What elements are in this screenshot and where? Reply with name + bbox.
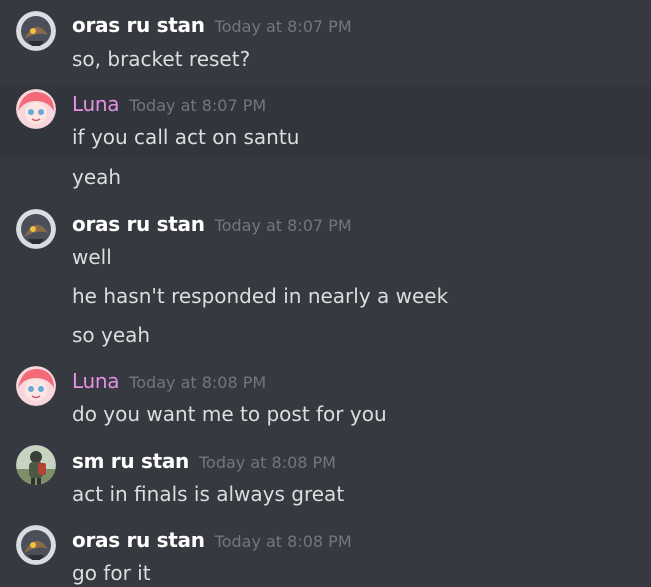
avatar[interactable] (16, 89, 56, 129)
username[interactable]: Luna (72, 369, 120, 393)
message-header: oras ru stan Today at 8:07 PM (72, 212, 352, 236)
avatar[interactable] (16, 525, 56, 565)
gray-circle-avatar-icon (16, 209, 56, 249)
message-header: Luna Today at 8:07 PM (72, 92, 266, 116)
username[interactable]: oras ru stan (72, 212, 205, 236)
message-header: Luna Today at 8:08 PM (72, 369, 266, 393)
message-text: yeah (72, 165, 122, 189)
message-group: oras ru stan Today at 8:08 PM go for it (0, 521, 651, 587)
username[interactable]: oras ru stan (72, 13, 205, 37)
pink-haired-character-avatar-icon (16, 89, 56, 129)
avatar[interactable] (16, 445, 56, 485)
message-group: oras ru stan Today at 8:07 PM well he has… (0, 205, 651, 355)
timestamp: Today at 8:08 PM (129, 373, 267, 392)
username[interactable]: sm ru stan (72, 449, 189, 473)
message-group: oras ru stan Today at 8:07 PM so, bracket… (0, 8, 651, 80)
avatar[interactable] (16, 366, 56, 406)
gray-circle-avatar-icon (16, 525, 56, 565)
avatar[interactable] (16, 11, 56, 51)
figure-with-backpack-avatar-icon (16, 445, 56, 485)
timestamp: Today at 8:08 PM (198, 453, 336, 472)
message-header: oras ru stan Today at 8:08 PM (72, 528, 352, 552)
message-text: if you call act on santu (72, 125, 300, 149)
username[interactable]: oras ru stan (72, 528, 205, 552)
message-header: oras ru stan Today at 8:07 PM (72, 13, 352, 37)
timestamp: Today at 8:07 PM (214, 216, 352, 235)
timestamp: Today at 8:07 PM (129, 96, 267, 115)
timestamp: Today at 8:07 PM (214, 17, 352, 36)
message-text: act in finals is always great (72, 482, 345, 506)
message-text: so yeah (72, 323, 151, 347)
message-group: sm ru stan Today at 8:08 PM act in finals… (0, 442, 651, 514)
message-text: well (72, 245, 112, 269)
message-group: Luna Today at 8:08 PM do you want me to p… (0, 362, 651, 432)
message-text: do you want me to post for you (72, 402, 387, 426)
username[interactable]: Luna (72, 92, 120, 116)
chat-messages: oras ru stan Today at 8:07 PM so, bracket… (0, 0, 651, 587)
avatar[interactable] (16, 209, 56, 249)
message-header: sm ru stan Today at 8:08 PM (72, 449, 336, 473)
timestamp: Today at 8:08 PM (214, 532, 352, 551)
message-text: go for it (72, 561, 151, 585)
message-text: so, bracket reset? (72, 47, 251, 71)
message-group: Luna Today at 8:07 PM if you call act on … (0, 85, 651, 157)
message-text: he hasn't responded in nearly a week (72, 284, 449, 308)
pink-haired-character-avatar-icon (16, 366, 56, 406)
gray-circle-avatar-icon (16, 11, 56, 51)
